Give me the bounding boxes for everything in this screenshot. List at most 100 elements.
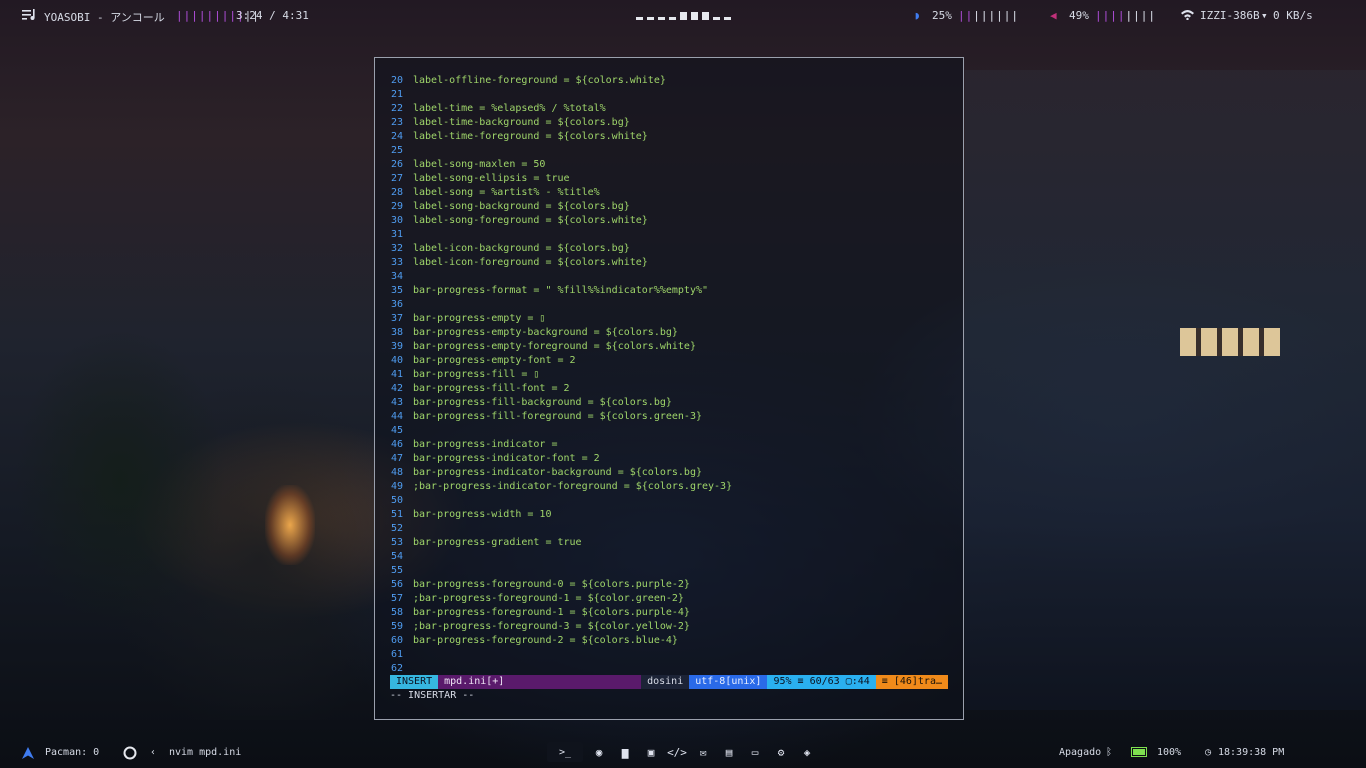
workspace-8[interactable]	[713, 17, 720, 20]
song-title[interactable]: YOASOBI - アンコール	[44, 9, 165, 25]
editor-line[interactable]: 32 label-icon-background = ${colors.bg}	[391, 242, 732, 256]
brightness-bar[interactable]: ||||||||	[958, 9, 1019, 22]
gamepad-icon[interactable]: ◈	[797, 742, 817, 762]
editor-line[interactable]: 56 bar-progress-foreground-0 = ${colors.p…	[391, 578, 732, 592]
workspace-4[interactable]	[669, 17, 676, 20]
monitor-icon[interactable]: ▭	[745, 742, 765, 762]
line-text: label-time-foreground = ${colors.white}	[413, 131, 648, 142]
chevron-left-icon[interactable]: ‹	[150, 747, 156, 758]
volume-bar[interactable]: ||||||||	[1095, 9, 1156, 22]
line-number: 32	[391, 243, 404, 254]
browser-icon[interactable]: ◉	[589, 742, 609, 762]
terminal-icon[interactable]: >_	[547, 742, 583, 762]
line-number: 31	[391, 229, 404, 240]
workspace-9[interactable]	[724, 17, 731, 20]
speaker-icon[interactable]: ◀	[1050, 9, 1057, 22]
editor-line[interactable]: 61	[391, 648, 732, 662]
workspace-7[interactable]	[702, 12, 709, 20]
line-text: label-icon-foreground = ${colors.white}	[413, 257, 648, 268]
editor-line[interactable]: 57 ;bar-progress-foreground-1 = ${color.g…	[391, 592, 732, 606]
bluetooth-status[interactable]: Apagado	[1059, 747, 1101, 758]
workspace-3[interactable]	[658, 17, 665, 20]
workspace-indicator[interactable]	[636, 12, 731, 20]
editor-buffer[interactable]: 20 label-offline-foreground = ${colors.wh…	[391, 74, 732, 676]
editor-line[interactable]: 20 label-offline-foreground = ${colors.wh…	[391, 74, 732, 88]
editor-line[interactable]: 53 bar-progress-gradient = true	[391, 536, 732, 550]
line-text: bar-progress-empty-background = ${colors…	[413, 327, 678, 338]
terminal-window[interactable]: 20 label-offline-foreground = ${colors.wh…	[374, 57, 964, 720]
line-text: bar-progress-fill-background = ${colors.…	[413, 397, 672, 408]
editor-line[interactable]: 62	[391, 662, 732, 676]
editor-line[interactable]: 33 label-icon-foreground = ${colors.white…	[391, 256, 732, 270]
editor-line[interactable]: 58 bar-progress-foreground-1 = ${colors.p…	[391, 606, 732, 620]
editor-line[interactable]: 44 bar-progress-fill-foreground = ${color…	[391, 410, 732, 424]
editor-line[interactable]: 38 bar-progress-empty-background = ${colo…	[391, 326, 732, 340]
editor-line[interactable]: 25	[391, 144, 732, 158]
editor-line[interactable]: 52	[391, 522, 732, 536]
editor-line[interactable]: 43 bar-progress-fill-background = ${color…	[391, 396, 732, 410]
wallpaper-building	[965, 70, 1366, 710]
editor-line[interactable]: 40 bar-progress-empty-font = 2	[391, 354, 732, 368]
editor-line[interactable]: 29 label-song-background = ${colors.bg}	[391, 200, 732, 214]
editor-line[interactable]: 48 bar-progress-indicator-background = ${…	[391, 466, 732, 480]
brightness-value: 25%	[932, 9, 952, 22]
editor-line[interactable]: 41 bar-progress-fill = ▯	[391, 368, 732, 382]
editor-line[interactable]: 30 label-song-foreground = ${colors.white…	[391, 214, 732, 228]
song-time: 3:24 / 4:31	[236, 9, 309, 22]
editor-line[interactable]: 26 label-song-maxlen = 50	[391, 158, 732, 172]
image-icon[interactable]: ▣	[641, 742, 661, 762]
document-icon[interactable]: ▤	[719, 742, 739, 762]
network-speed: 0 KB/s	[1273, 9, 1313, 22]
workspace-5[interactable]	[680, 12, 687, 20]
editor-line[interactable]: 23 label-time-background = ${colors.bg}	[391, 116, 732, 130]
editor-line[interactable]: 37 bar-progress-empty = ▯	[391, 312, 732, 326]
editor-line[interactable]: 27 label-song-ellipsis = true	[391, 172, 732, 186]
editor-line[interactable]: 21	[391, 88, 732, 102]
wifi-icon[interactable]	[1181, 9, 1194, 23]
editor-line[interactable]: 46 bar-progress-indicator =	[391, 438, 732, 452]
workspace-1[interactable]	[636, 17, 643, 20]
editor-line[interactable]: 22 label-time = %elapsed% / %total%	[391, 102, 732, 116]
line-number: 51	[391, 509, 404, 520]
clock[interactable]: 18:39:38 PM	[1218, 747, 1284, 758]
editor-line[interactable]: 28 label-song = %artist% - %title%	[391, 186, 732, 200]
editor-line[interactable]: 24 label-time-foreground = ${colors.white…	[391, 130, 732, 144]
line-number: 61	[391, 649, 404, 660]
editor-line[interactable]: 54	[391, 550, 732, 564]
line-number: 45	[391, 425, 404, 436]
editor-line[interactable]: 35 bar-progress-format = " %fill%%indicat…	[391, 284, 732, 298]
line-number: 54	[391, 551, 404, 562]
editor-line[interactable]: 42 bar-progress-fill-font = 2	[391, 382, 732, 396]
pacman-updates[interactable]: Pacman: 0	[45, 747, 99, 758]
bluetooth-icon[interactable]: ᛒ	[1106, 747, 1112, 758]
line-number: 30	[391, 215, 404, 226]
circle-icon[interactable]	[123, 746, 137, 763]
line-number: 58	[391, 607, 404, 618]
editor-line[interactable]: 49 ;bar-progress-indicator-foreground = $…	[391, 480, 732, 494]
chat-icon[interactable]: ✉	[693, 742, 713, 762]
arch-logo-icon[interactable]	[22, 747, 34, 762]
editor-line[interactable]: 34	[391, 270, 732, 284]
folder-icon[interactable]: ▆	[615, 742, 635, 762]
settings-icon[interactable]: ⚙	[771, 742, 791, 762]
editor-line[interactable]: 36	[391, 298, 732, 312]
editor-line[interactable]: 31	[391, 228, 732, 242]
line-number: 59	[391, 621, 404, 632]
line-text: bar-progress-format = " %fill%%indicator…	[413, 285, 709, 296]
editor-line[interactable]: 50	[391, 494, 732, 508]
editor-line[interactable]: 55	[391, 564, 732, 578]
editor-line[interactable]: 45	[391, 424, 732, 438]
workspace-6[interactable]	[691, 12, 698, 20]
code-icon[interactable]: </>	[667, 742, 687, 762]
network-name[interactable]: IZZI-386B	[1200, 9, 1260, 22]
editor-line[interactable]: 47 bar-progress-indicator-font = 2	[391, 452, 732, 466]
editor-line[interactable]: 59 ;bar-progress-foreground-3 = ${color.y…	[391, 620, 732, 634]
editor-line[interactable]: 51 bar-progress-width = 10	[391, 508, 732, 522]
editor-line[interactable]: 39 bar-progress-empty-foreground = ${colo…	[391, 340, 732, 354]
editor-line[interactable]: 60 bar-progress-foreground-2 = ${colors.b…	[391, 634, 732, 648]
trailing-warning: ≡ [46]tra…	[875, 675, 948, 689]
workspace-2[interactable]	[647, 17, 654, 20]
top-bar: YOASOBI - アンコール ||||||||||| 3:24 / 4:31 …	[0, 0, 1366, 32]
command-line[interactable]: -- INSERTAR --	[390, 689, 474, 703]
line-number: 20	[391, 75, 404, 86]
